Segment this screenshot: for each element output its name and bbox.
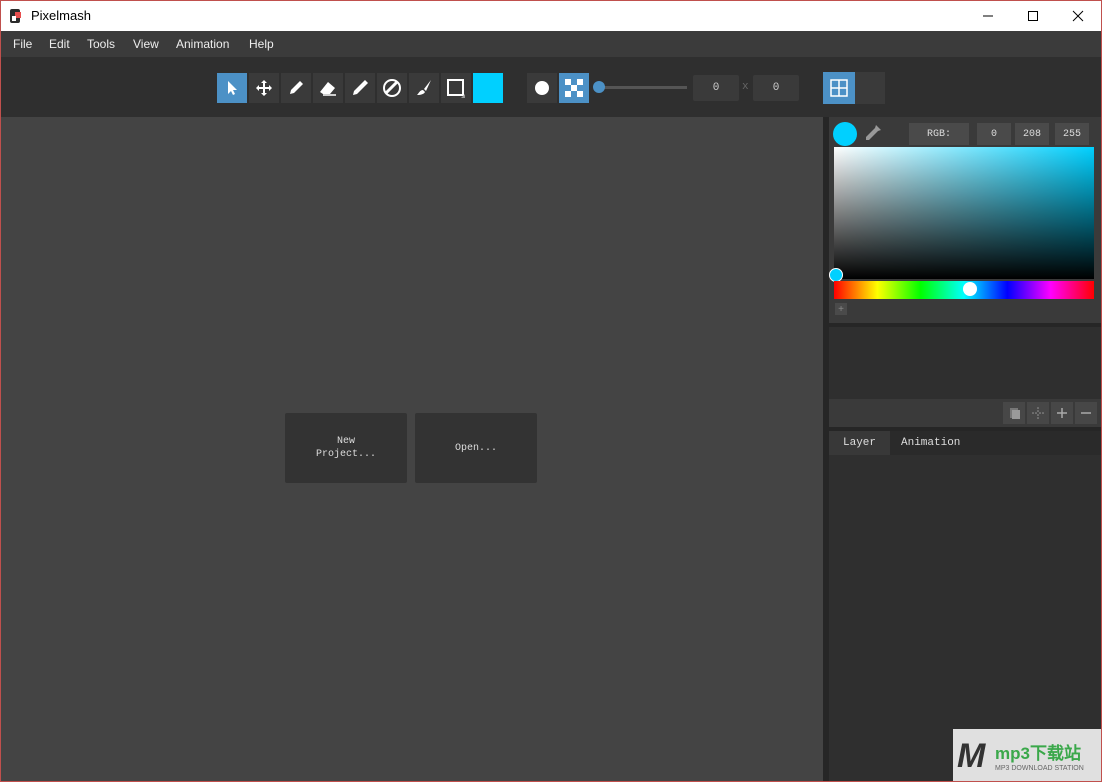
grid-toggle-button[interactable] (823, 72, 855, 104)
dotted-move-icon (1032, 407, 1044, 419)
eraser-tool-button[interactable] (313, 73, 343, 103)
color-mode-label[interactable]: RGB: (909, 123, 969, 145)
add-swatch-button[interactable]: + (835, 303, 847, 315)
menu-bar: File Edit Tools View Animation Help (1, 31, 1101, 57)
menu-view[interactable]: View (133, 37, 159, 51)
move-icon (256, 80, 272, 96)
sv-picker-handle[interactable] (829, 268, 843, 282)
copy-icon (1010, 408, 1020, 419)
plus-icon (1057, 408, 1067, 418)
view-toggle-button[interactable] (855, 72, 885, 104)
height-input[interactable]: 0 (753, 75, 799, 101)
menu-help[interactable]: Help (249, 37, 274, 51)
brush-icon (353, 80, 368, 95)
menu-edit[interactable]: Edit (49, 37, 70, 51)
close-button[interactable] (1055, 1, 1101, 31)
right-panel: RGB: 0 208 255 + Layer Animation (823, 117, 1101, 781)
merge-layer-button[interactable] (1027, 402, 1049, 424)
color-picker-panel: RGB: 0 208 255 + (829, 117, 1101, 323)
swatches-area (829, 327, 1101, 399)
active-color-swatch[interactable] (473, 73, 503, 103)
red-input[interactable]: 0 (977, 123, 1011, 145)
tab-layer[interactable]: Layer (829, 431, 891, 455)
window-title: Pixelmash (31, 8, 91, 23)
minimize-button[interactable] (965, 1, 1011, 31)
panel-tabs: Layer Animation (829, 431, 1101, 455)
title-bar: Pixelmash (1, 1, 1101, 31)
new-project-button[interactable]: New Project... (285, 413, 407, 483)
menu-animation[interactable]: Animation (176, 37, 229, 51)
minimize-icon (983, 15, 993, 17)
circle-brush-icon (535, 81, 549, 95)
duplicate-layer-button[interactable] (1003, 402, 1025, 424)
toolbar: 0 x 0 (1, 57, 1101, 117)
pencil-icon (290, 81, 303, 94)
checker-icon (565, 79, 583, 97)
round-brush-button[interactable] (527, 73, 557, 103)
remove-layer-button[interactable] (1075, 402, 1097, 424)
layer-actions-bar (829, 399, 1101, 427)
menu-file[interactable]: File (13, 37, 32, 51)
close-icon (1072, 10, 1084, 22)
brush-size-handle[interactable] (593, 81, 605, 93)
grid-icon (830, 79, 848, 97)
move-tool-button[interactable] (249, 73, 279, 103)
maximize-icon (1028, 11, 1038, 21)
canvas-area: New Project... Open... (1, 117, 823, 781)
rectangle-tool-button[interactable] (441, 73, 471, 103)
app-window: Pixelmash File Edit Tools View Animation… (0, 0, 1102, 782)
pencil-tool-button[interactable] (281, 73, 311, 103)
current-color-swatch[interactable] (833, 122, 857, 146)
saturation-value-field[interactable] (834, 147, 1094, 279)
plus-icon: + (838, 303, 844, 315)
watermark: M mp3下载站 MP3 DOWNLOAD STATION (953, 729, 1101, 781)
pixel-brush-button[interactable] (559, 73, 589, 103)
menu-tools[interactable]: Tools (87, 37, 115, 51)
select-tool-button[interactable] (217, 73, 247, 103)
paintbrush-icon (417, 80, 431, 95)
blue-input[interactable]: 255 (1055, 123, 1089, 145)
line-brush-tool-button[interactable] (345, 73, 375, 103)
fill-icon (383, 79, 401, 97)
width-input[interactable]: 0 (693, 75, 739, 101)
add-layer-button[interactable] (1051, 402, 1073, 424)
watermark-letter: M (957, 737, 986, 775)
times-sign: x (742, 81, 749, 93)
select-arrow-icon (228, 81, 237, 95)
minus-icon (1081, 412, 1091, 414)
watermark-subtitle: MP3 DOWNLOAD STATION (995, 765, 1084, 772)
paintbrush-tool-button[interactable] (409, 73, 439, 103)
eraser-icon (320, 82, 336, 96)
tab-animation[interactable]: Animation (887, 431, 974, 455)
hue-slider-handle[interactable] (963, 282, 977, 296)
pixelmash-logo-icon (10, 9, 21, 23)
fill-tool-button[interactable] (377, 73, 407, 103)
watermark-brand: mp3下载站 (995, 744, 1081, 763)
green-input[interactable]: 208 (1015, 123, 1049, 145)
open-button[interactable]: Open... (415, 413, 537, 483)
rectangle-icon (447, 79, 465, 98)
eyedropper-icon[interactable] (863, 123, 883, 143)
brush-size-track[interactable] (599, 86, 687, 89)
maximize-button[interactable] (1010, 1, 1056, 31)
